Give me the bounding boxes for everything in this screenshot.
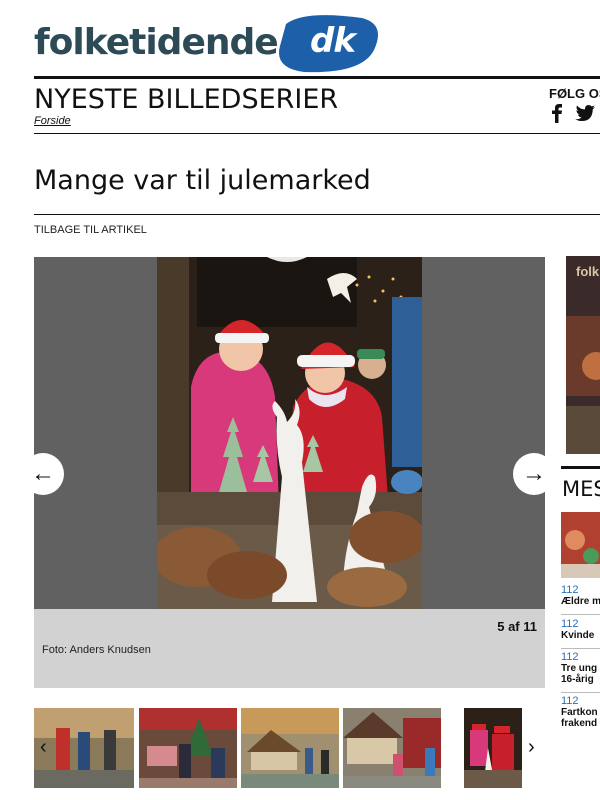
news-divider [561, 692, 600, 693]
gallery-next-button[interactable]: → [513, 453, 555, 495]
thumbnail-strip: ‹ › [34, 708, 554, 788]
logo-badge-text: dk [310, 21, 356, 61]
thumbnails-prev-button[interactable]: ‹ [40, 736, 47, 759]
news-headline: Tre ung [561, 663, 598, 674]
back-to-article-link[interactable]: TILBAGE TIL ARTIKEL [34, 224, 147, 236]
sidebar-advertisement[interactable] [566, 256, 600, 454]
most-read-item-1[interactable]: 112 Ældre m [561, 584, 600, 607]
most-read-rule [561, 466, 600, 469]
thumbnail-4[interactable] [343, 708, 441, 788]
gallery-main-photo[interactable] [157, 257, 422, 609]
thumbnail-2[interactable] [139, 708, 237, 788]
thumbnails-next-button[interactable]: › [528, 736, 535, 759]
news-headline: Kvinde [561, 630, 595, 641]
most-read-item-3[interactable]: 112 Tre ung 16-årig [561, 651, 600, 685]
gallery-stage: ← → [22, 257, 555, 609]
title-rule [34, 214, 600, 215]
ad-logo-text: folk [576, 264, 600, 279]
photo-credit: Foto: Anders Knudsen [42, 644, 151, 656]
thumbnail-1[interactable] [34, 708, 134, 788]
follow-label: FØLG OS [549, 86, 600, 101]
most-read-item-2[interactable]: 112 Kvinde [561, 618, 600, 641]
news-category: 112 [561, 584, 579, 596]
arrow-left-icon: ← [31, 460, 55, 487]
sidebar: folk MEST LÆSTE 112 Ældre m 112 Kvinde 1… [561, 256, 600, 800]
news-divider [561, 648, 600, 649]
news-category: 112 [561, 695, 579, 707]
site-logo[interactable]: folketidende dk [34, 14, 378, 74]
header-top-rule [34, 76, 600, 79]
facebook-icon[interactable] [546, 102, 568, 124]
breadcrumb-forside[interactable]: Forside [34, 115, 71, 127]
news-headline: Fartkon [561, 707, 598, 718]
news-divider [561, 614, 600, 615]
gallery-prev-button[interactable]: ← [22, 453, 64, 495]
thumbnail-3[interactable] [241, 708, 339, 788]
news-category: 112 [561, 651, 579, 663]
news-category: 112 [561, 618, 579, 630]
gallery-counter: 5 af 11 [497, 619, 537, 634]
twitter-icon[interactable] [574, 102, 596, 124]
news-headline-line2: frakend [561, 718, 598, 729]
page-title: Mange var til julemarked [34, 165, 371, 196]
most-read-image[interactable] [561, 512, 600, 578]
arrow-right-icon: → [522, 460, 546, 487]
most-read-item-4[interactable]: 112 Fartkon frakend [561, 695, 600, 729]
thumbnail-5-active[interactable] [464, 708, 522, 788]
logo-wordmark: folketidende [34, 22, 279, 63]
news-headline-line2: 16-årig [561, 674, 594, 685]
news-headline: Ældre m [561, 596, 600, 607]
header-bottom-rule [34, 133, 600, 134]
section-title: NYESTE BILLEDSERIER [34, 84, 339, 115]
photo-gallery: ← → 5 af 11 Foto: Anders Knudsen [22, 257, 555, 688]
most-read-title: MEST LÆSTE [562, 477, 600, 501]
